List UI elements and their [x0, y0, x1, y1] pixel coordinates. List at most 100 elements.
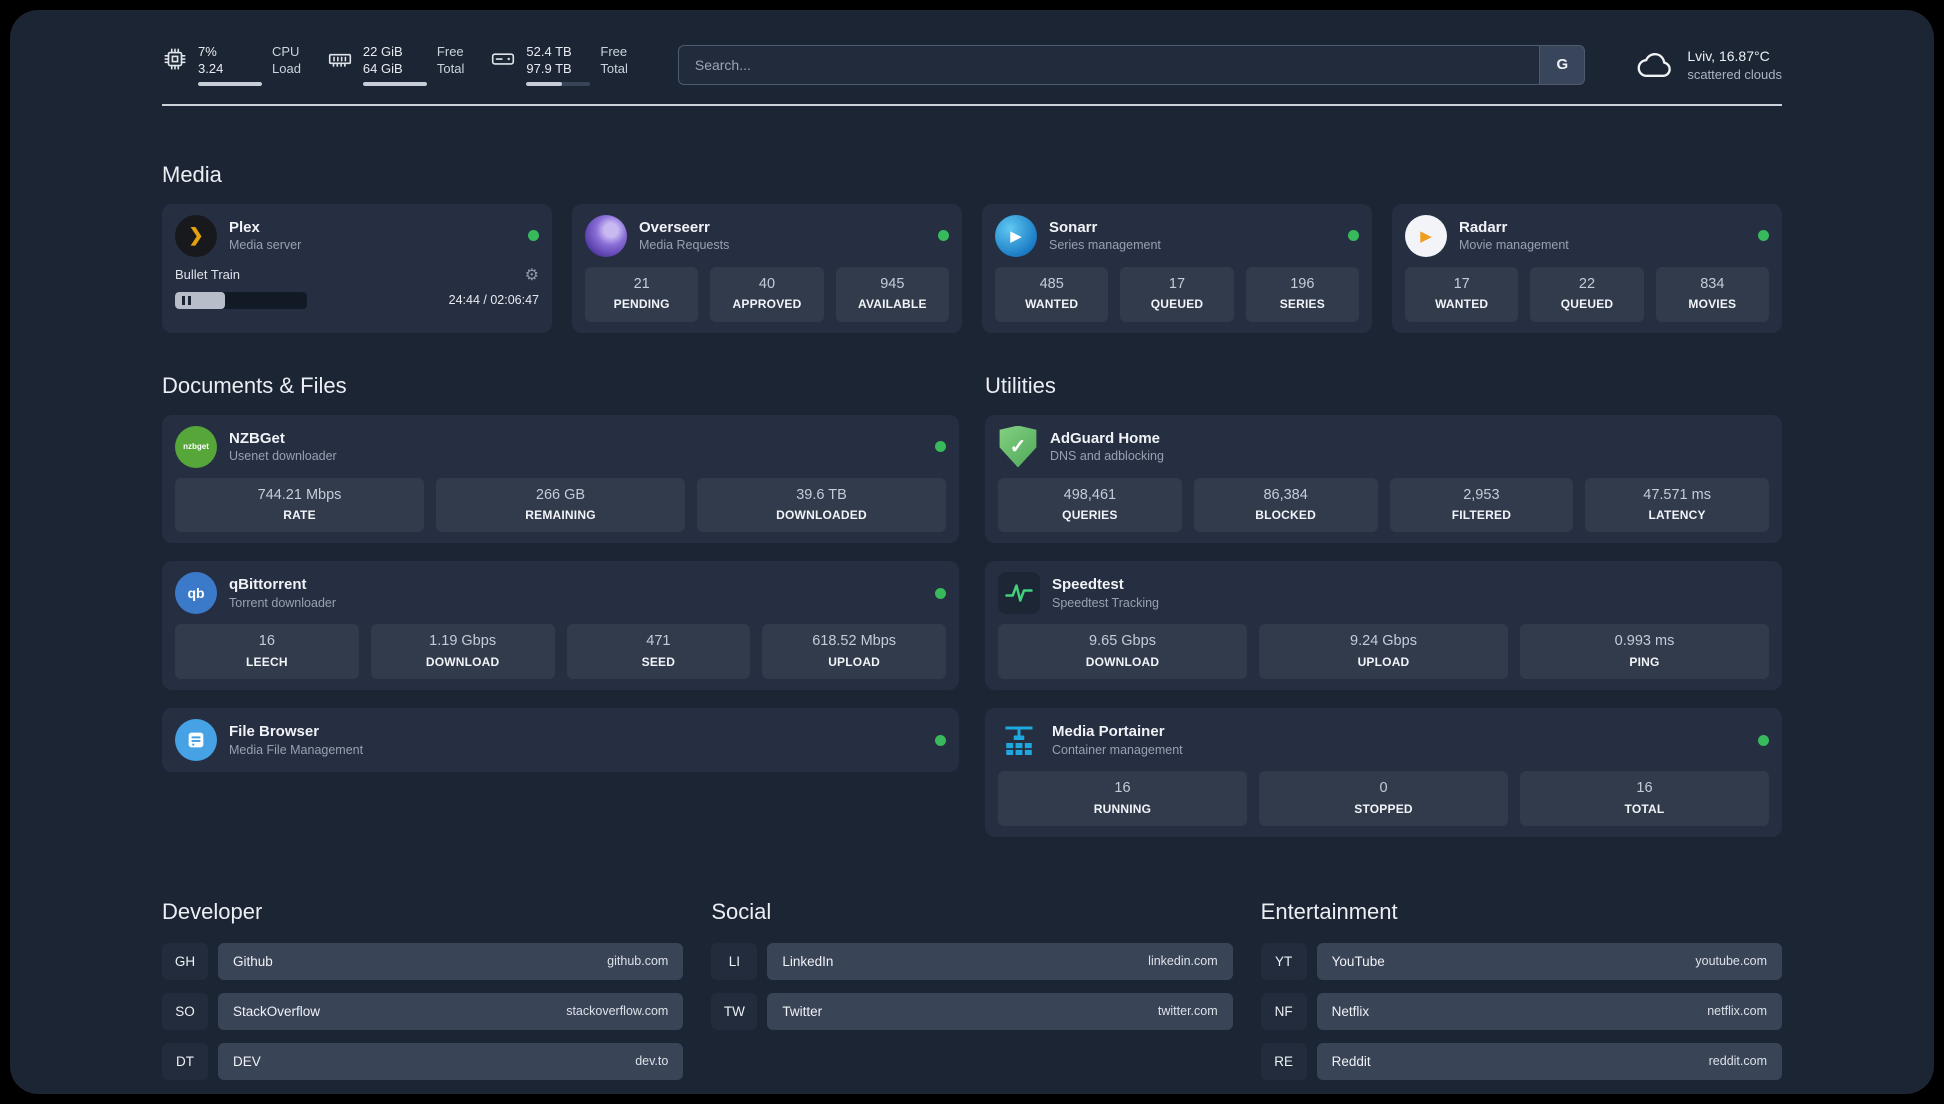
bookmark-name: Reddit	[1331, 1053, 1371, 1069]
app-subtitle: Media server	[229, 238, 302, 253]
bookmark-abbr: TW	[711, 992, 758, 1030]
search-engine-button[interactable]: G	[1539, 44, 1586, 85]
app-subtitle: Media File Management	[229, 742, 364, 757]
stat-pending: 21 PENDING	[585, 266, 699, 322]
documents-section: Documents & Files nzbget NZBGet Usenet d…	[162, 373, 959, 837]
radarr-card[interactable]: ▶ Radarr Movie management 17 WANTED 22 QUE…	[1392, 203, 1782, 333]
bookmark-name: Github	[233, 953, 273, 969]
sonarr-icon: ▶	[995, 214, 1037, 257]
settings-gear-icon[interactable]: ⚙	[525, 265, 539, 285]
status-dot	[935, 441, 946, 453]
app-name: NZBGet	[229, 429, 285, 447]
disk-total: 97.9 TB	[526, 60, 572, 76]
cpu-widget: 7% 3.24 CPU Load	[162, 44, 301, 86]
bookmark-name: LinkedIn	[782, 953, 834, 969]
speedtest-graph-icon	[998, 572, 1040, 615]
sonarr-card[interactable]: ▶ Sonarr Series management 485 WANTED 17 Q…	[982, 203, 1372, 333]
playback-time: 24:44 / 02:06:47	[448, 293, 539, 308]
topbar-divider	[162, 103, 1782, 106]
app-name: File Browser	[229, 723, 320, 741]
status-dot	[938, 230, 949, 242]
status-dot	[1758, 734, 1769, 746]
radarr-icon: ▶	[1405, 214, 1447, 257]
bookmark-abbr: YT	[1260, 942, 1307, 980]
bookmark-name: StackOverflow	[233, 1003, 321, 1019]
app-subtitle: Usenet downloader	[229, 449, 337, 464]
cloud-icon	[1635, 45, 1675, 85]
stat-queued: 17 QUEUED	[1120, 266, 1234, 322]
search-input[interactable]	[677, 44, 1540, 85]
stat-wanted: 485 WANTED	[995, 266, 1109, 322]
bookmark-stackoverflow[interactable]: SO StackOverflow stackoverflow.com	[162, 992, 684, 1030]
overseerr-card[interactable]: Overseerr Media Requests 21 PENDING 40 APP…	[572, 203, 962, 333]
ram-widget: 22 GiB 64 GiB Free Total	[327, 44, 464, 86]
bookmark-url: dev.to	[635, 1054, 669, 1069]
stat-stopped: 0 STOPPED	[1259, 771, 1508, 826]
disk-widget: 52.4 TB 97.9 TB Free Total	[490, 44, 628, 86]
disk-free: 52.4 TB	[526, 44, 572, 59]
disk-usage-bar	[526, 81, 591, 86]
status-dot	[935, 587, 946, 599]
bookmark-url: netflix.com	[1707, 1004, 1767, 1019]
bookmark-abbr: DT	[162, 1042, 208, 1080]
filebrowser-icon	[175, 719, 217, 762]
weather-condition: scattered clouds	[1687, 66, 1782, 82]
bookmark-netflix[interactable]: NF Netflix netflix.com	[1260, 992, 1782, 1030]
bookmark-abbr: SO	[162, 992, 208, 1030]
developer-section-title: Developer	[162, 898, 263, 924]
qbittorrent-icon: qb	[175, 572, 217, 615]
speedtest-card[interactable]: Speedtest Speedtest Tracking 9.65 Gbps DO…	[985, 561, 1782, 691]
nzbget-icon: nzbget	[175, 425, 217, 468]
bookmark-linkedin[interactable]: LI LinkedIn linkedin.com	[711, 942, 1233, 980]
bookmark-url: linkedin.com	[1148, 954, 1218, 969]
stat-downloaded: 39.6 TB DOWNLOADED	[697, 477, 946, 533]
status-dot	[528, 230, 539, 242]
plex-card[interactable]: ❯ Plex Media server Bullet Train ⚙ 24:44…	[162, 203, 552, 333]
bookmark-youtube[interactable]: YT YouTube youtube.com	[1260, 942, 1782, 980]
stat-download: 9.65 Gbps DOWNLOAD	[998, 624, 1247, 680]
adguard-shield-icon: ✓	[999, 425, 1037, 468]
qbittorrent-card[interactable]: qb qBittorrent Torrent downloader 16 LEEC…	[162, 561, 959, 691]
top-bar: 7% 3.24 CPU Load 22 GiB 64 GiB Free Tota…	[162, 10, 1782, 86]
plex-icon: ❯	[175, 214, 217, 257]
bookmark-abbr: NF	[1260, 992, 1307, 1030]
dashboard: 7% 3.24 CPU Load 22 GiB 64 GiB Free Tota…	[10, 10, 1934, 1094]
portainer-card[interactable]: Media Portainer Container management 16 R…	[985, 708, 1782, 837]
stat-approved: 40 APPROVED	[710, 266, 824, 322]
app-name: Plex	[229, 218, 260, 236]
portainer-crane-icon	[998, 719, 1040, 761]
seek-bar[interactable]	[175, 291, 307, 309]
media-section-title: Media	[162, 161, 222, 187]
bookmark-name: Netflix	[1331, 1003, 1370, 1019]
bookmark-abbr: GH	[162, 942, 208, 980]
nzbget-card[interactable]: nzbget NZBGet Usenet downloader 744.21 M…	[162, 414, 959, 544]
weather-location: Lviv, 16.87°C	[1687, 47, 1770, 64]
bookmark-reddit[interactable]: RE Reddit reddit.com	[1260, 1042, 1782, 1080]
hard-drive-icon	[490, 46, 516, 72]
stat-upload: 618.52 Mbps UPLOAD	[762, 624, 946, 680]
stat-total: 16 TOTAL	[1520, 771, 1769, 826]
pause-icon[interactable]	[175, 291, 226, 309]
filebrowser-card[interactable]: File Browser Media File Management	[162, 708, 959, 773]
ram-total: 64 GiB	[362, 60, 403, 76]
weather-widget: Lviv, 16.87°C scattered clouds	[1635, 45, 1782, 85]
bookmark-github[interactable]: GH Github github.com	[162, 942, 684, 980]
ram-icon	[327, 46, 353, 72]
cpu-load-value: 3.24	[198, 60, 224, 76]
app-subtitle: Movie management	[1459, 238, 1569, 253]
stat-blocked: 86,384 BLOCKED	[1193, 477, 1378, 533]
bookmark-dev[interactable]: DT DEV dev.to	[162, 1042, 684, 1080]
cpu-label: CPU	[272, 44, 300, 59]
bookmark-name: Twitter	[782, 1003, 823, 1019]
stat-filtered: 2,953 FILTERED	[1389, 477, 1574, 533]
stat-running: 16 RUNNING	[998, 771, 1247, 826]
bookmark-name: DEV	[233, 1053, 261, 1069]
bookmark-twitter[interactable]: TW Twitter twitter.com	[711, 992, 1233, 1030]
adguard-card[interactable]: ✓ AdGuard Home DNS and adblocking 498,46…	[985, 414, 1782, 544]
bookmark-abbr: RE	[1260, 1042, 1307, 1080]
stat-seed: 471 SEED	[566, 624, 751, 680]
app-name: Speedtest	[1052, 576, 1124, 594]
cpu-chip-icon	[162, 46, 188, 72]
stat-rate: 744.21 Mbps RATE	[175, 477, 424, 533]
stat-remaining: 266 GB REMAINING	[436, 477, 685, 533]
